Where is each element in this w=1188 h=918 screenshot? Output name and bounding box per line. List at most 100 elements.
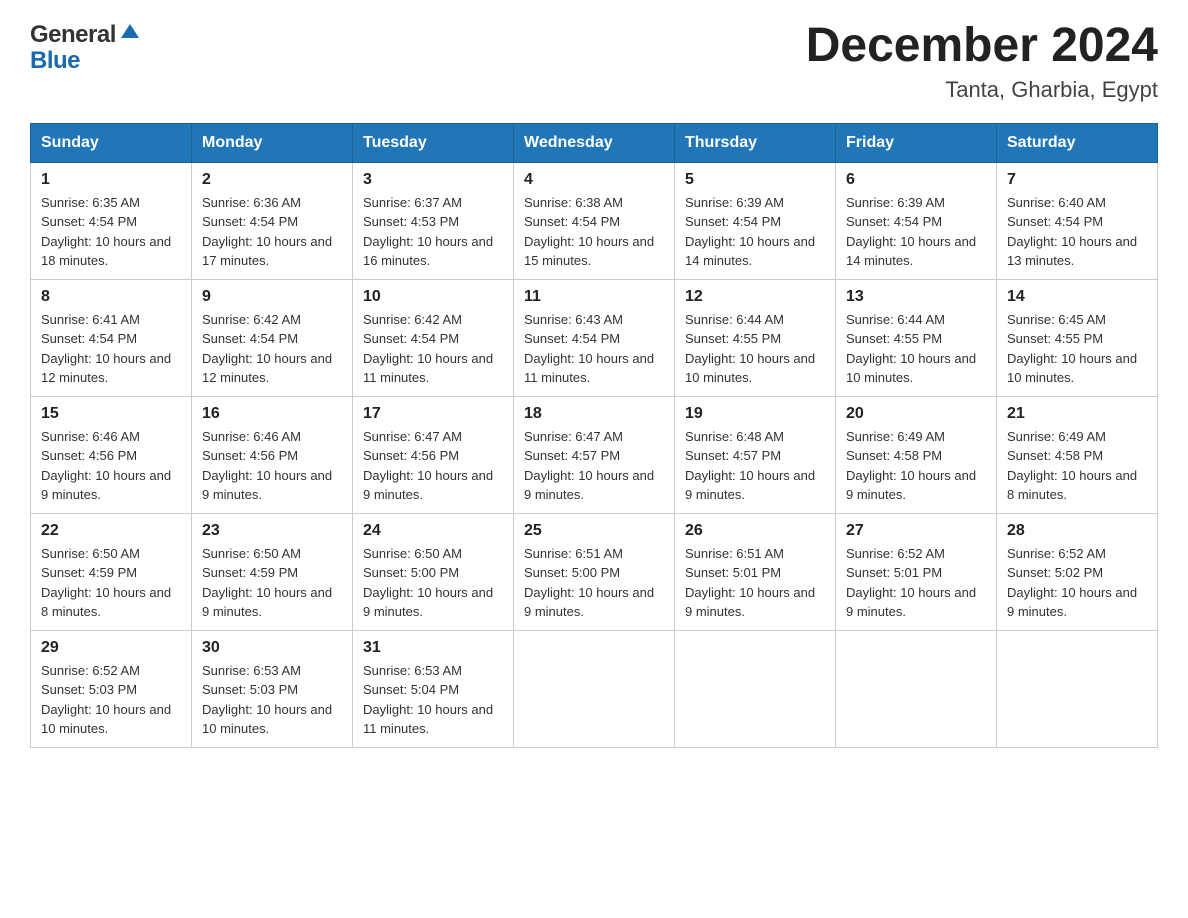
calendar-cell: 17 Sunrise: 6:47 AMSunset: 4:56 PMDayligh…: [353, 396, 514, 513]
calendar-cell: 29 Sunrise: 6:52 AMSunset: 5:03 PMDayligh…: [31, 630, 192, 747]
day-number: 10: [363, 288, 503, 306]
calendar-cell: 15Sunrise: 6:46 AMSunset: 4:56 PMDayligh…: [31, 396, 192, 513]
day-number: 24: [363, 522, 503, 540]
calendar-cell: 30Sunrise: 6:53 AMSunset: 5:03 PMDayligh…: [192, 630, 353, 747]
calendar-cell: [836, 630, 997, 747]
calendar-cell: 12 Sunrise: 6:44 AMSunset: 4:55 PMDayligh…: [675, 279, 836, 396]
calendar-cell: 6 Sunrise: 6:39 AMSunset: 4:54 PMDaylight…: [836, 162, 997, 279]
day-number: 14: [1007, 288, 1147, 306]
day-info: Sunrise: 6:41 AMSunset: 4:54 PMDaylight:…: [41, 310, 181, 388]
day-number: 12: [685, 288, 825, 306]
day-number: 29: [41, 639, 181, 657]
month-title: December 2024: [806, 20, 1158, 73]
day-info: Sunrise: 6:46 AMSunset: 4:56 PMDaylight:…: [202, 427, 342, 505]
day-info: Sunrise: 6:38 AMSunset: 4:54 PMDaylight:…: [524, 193, 664, 271]
day-info: Sunrise: 6:45 AMSunset: 4:55 PMDaylight:…: [1007, 310, 1147, 388]
day-number: 21: [1007, 405, 1147, 423]
title-block: December 2024 Tanta, Gharbia, Egypt: [806, 20, 1158, 103]
calendar-cell: 28 Sunrise: 6:52 AMSunset: 5:02 PMDayligh…: [997, 513, 1158, 630]
day-number: 6: [846, 171, 986, 189]
day-number: 8: [41, 288, 181, 306]
day-number: 9: [202, 288, 342, 306]
day-number: 18: [524, 405, 664, 423]
weekday-header: Sunday: [31, 123, 192, 162]
calendar-cell: 5Sunrise: 6:39 AMSunset: 4:54 PMDaylight…: [675, 162, 836, 279]
day-info: Sunrise: 6:50 AMSunset: 4:59 PMDaylight:…: [202, 544, 342, 622]
calendar-cell: 9 Sunrise: 6:42 AMSunset: 4:54 PMDaylight…: [192, 279, 353, 396]
day-number: 25: [524, 522, 664, 540]
calendar-cell: 1 Sunrise: 6:35 AMSunset: 4:54 PMDaylight…: [31, 162, 192, 279]
day-info: Sunrise: 6:43 AMSunset: 4:54 PMDaylight:…: [524, 310, 664, 388]
day-number: 31: [363, 639, 503, 657]
day-number: 3: [363, 171, 503, 189]
calendar-cell: 25 Sunrise: 6:51 AMSunset: 5:00 PMDayligh…: [514, 513, 675, 630]
weekday-header: Tuesday: [353, 123, 514, 162]
day-info: Sunrise: 6:39 AMSunset: 4:54 PMDaylight:…: [846, 193, 986, 271]
day-info: Sunrise: 6:40 AMSunset: 4:54 PMDaylight:…: [1007, 193, 1147, 271]
day-number: 28: [1007, 522, 1147, 540]
location-subtitle: Tanta, Gharbia, Egypt: [806, 77, 1158, 103]
day-number: 27: [846, 522, 986, 540]
calendar-cell: 13Sunrise: 6:44 AMSunset: 4:55 PMDayligh…: [836, 279, 997, 396]
day-info: Sunrise: 6:49 AMSunset: 4:58 PMDaylight:…: [1007, 427, 1147, 505]
day-info: Sunrise: 6:47 AMSunset: 4:56 PMDaylight:…: [363, 427, 503, 505]
weekday-header: Saturday: [997, 123, 1158, 162]
day-info: Sunrise: 6:49 AMSunset: 4:58 PMDaylight:…: [846, 427, 986, 505]
day-number: 26: [685, 522, 825, 540]
calendar-cell: 10Sunrise: 6:42 AMSunset: 4:54 PMDayligh…: [353, 279, 514, 396]
day-number: 7: [1007, 171, 1147, 189]
day-number: 11: [524, 288, 664, 306]
day-number: 1: [41, 171, 181, 189]
day-info: Sunrise: 6:48 AMSunset: 4:57 PMDaylight:…: [685, 427, 825, 505]
calendar-week-row: 29 Sunrise: 6:52 AMSunset: 5:03 PMDayligh…: [31, 630, 1158, 747]
day-info: Sunrise: 6:44 AMSunset: 4:55 PMDaylight:…: [685, 310, 825, 388]
day-info: Sunrise: 6:52 AMSunset: 5:03 PMDaylight:…: [41, 661, 181, 739]
calendar-cell: 7 Sunrise: 6:40 AMSunset: 4:54 PMDaylight…: [997, 162, 1158, 279]
weekday-header: Wednesday: [514, 123, 675, 162]
calendar-cell: 3Sunrise: 6:37 AMSunset: 4:53 PMDaylight…: [353, 162, 514, 279]
day-number: 2: [202, 171, 342, 189]
logo: General Blue: [30, 20, 141, 73]
day-info: Sunrise: 6:53 AMSunset: 5:04 PMDaylight:…: [363, 661, 503, 739]
calendar-cell: 4 Sunrise: 6:38 AMSunset: 4:54 PMDaylight…: [514, 162, 675, 279]
weekday-header: Thursday: [675, 123, 836, 162]
day-number: 17: [363, 405, 503, 423]
logo-blue-text: Blue: [30, 49, 80, 73]
calendar-cell: [997, 630, 1158, 747]
day-info: Sunrise: 6:51 AMSunset: 5:00 PMDaylight:…: [524, 544, 664, 622]
calendar-cell: [514, 630, 675, 747]
weekday-header: Monday: [192, 123, 353, 162]
day-number: 4: [524, 171, 664, 189]
day-info: Sunrise: 6:52 AMSunset: 5:02 PMDaylight:…: [1007, 544, 1147, 622]
day-number: 23: [202, 522, 342, 540]
calendar-cell: 31 Sunrise: 6:53 AMSunset: 5:04 PMDayligh…: [353, 630, 514, 747]
day-number: 19: [685, 405, 825, 423]
calendar-week-row: 22Sunrise: 6:50 AMSunset: 4:59 PMDayligh…: [31, 513, 1158, 630]
calendar-cell: 22Sunrise: 6:50 AMSunset: 4:59 PMDayligh…: [31, 513, 192, 630]
calendar-week-row: 1 Sunrise: 6:35 AMSunset: 4:54 PMDaylight…: [31, 162, 1158, 279]
calendar-cell: 11 Sunrise: 6:43 AMSunset: 4:54 PMDayligh…: [514, 279, 675, 396]
day-info: Sunrise: 6:50 AMSunset: 5:00 PMDaylight:…: [363, 544, 503, 622]
day-info: Sunrise: 6:52 AMSunset: 5:01 PMDaylight:…: [846, 544, 986, 622]
calendar-cell: 14 Sunrise: 6:45 AMSunset: 4:55 PMDayligh…: [997, 279, 1158, 396]
calendar-cell: 27 Sunrise: 6:52 AMSunset: 5:01 PMDayligh…: [836, 513, 997, 630]
weekday-header: Friday: [836, 123, 997, 162]
day-info: Sunrise: 6:42 AMSunset: 4:54 PMDaylight:…: [202, 310, 342, 388]
calendar-cell: 2 Sunrise: 6:36 AMSunset: 4:54 PMDaylight…: [192, 162, 353, 279]
calendar-cell: 20Sunrise: 6:49 AMSunset: 4:58 PMDayligh…: [836, 396, 997, 513]
calendar-header-row: SundayMondayTuesdayWednesdayThursdayFrid…: [31, 123, 1158, 162]
day-info: Sunrise: 6:36 AMSunset: 4:54 PMDaylight:…: [202, 193, 342, 271]
day-number: 5: [685, 171, 825, 189]
day-info: Sunrise: 6:47 AMSunset: 4:57 PMDaylight:…: [524, 427, 664, 505]
calendar-cell: 26Sunrise: 6:51 AMSunset: 5:01 PMDayligh…: [675, 513, 836, 630]
calendar-cell: 19 Sunrise: 6:48 AMSunset: 4:57 PMDayligh…: [675, 396, 836, 513]
day-info: Sunrise: 6:35 AMSunset: 4:54 PMDaylight:…: [41, 193, 181, 271]
day-number: 16: [202, 405, 342, 423]
calendar-cell: [675, 630, 836, 747]
calendar-cell: 21 Sunrise: 6:49 AMSunset: 4:58 PMDayligh…: [997, 396, 1158, 513]
day-number: 30: [202, 639, 342, 657]
day-info: Sunrise: 6:46 AMSunset: 4:56 PMDaylight:…: [41, 427, 181, 505]
calendar-cell: 18 Sunrise: 6:47 AMSunset: 4:57 PMDayligh…: [514, 396, 675, 513]
day-number: 13: [846, 288, 986, 306]
page-header: General Blue December 2024 Tanta, Gharbi…: [30, 20, 1158, 103]
